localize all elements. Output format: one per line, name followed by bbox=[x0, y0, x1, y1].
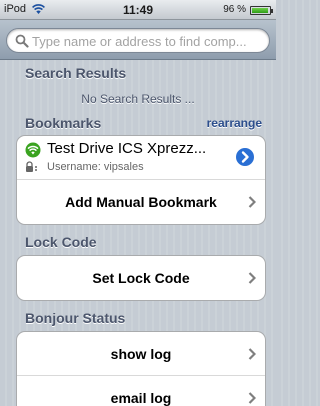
chevron-right-icon bbox=[248, 272, 256, 284]
battery-percentage: 96 % bbox=[223, 4, 246, 15]
email-log-button[interactable]: email log bbox=[17, 376, 265, 406]
bonjour-status-header: Bonjour Status bbox=[25, 310, 126, 326]
lock-code-header: Lock Code bbox=[25, 234, 97, 250]
show-log-button[interactable]: show log bbox=[17, 332, 265, 376]
status-bar: iPod 11:49 96 % bbox=[0, 0, 276, 20]
lock-code-group: Set Lock Code bbox=[16, 255, 266, 301]
set-lock-code-label: Set Lock Code bbox=[92, 270, 190, 286]
no-search-results-text: No Search Results ... bbox=[81, 92, 195, 106]
set-lock-code-button[interactable]: Set Lock Code bbox=[17, 256, 265, 300]
email-log-label: email log bbox=[110, 390, 172, 406]
bookmarks-group: Test Drive ICS Xprezz... Username: vipsa… bbox=[16, 135, 266, 225]
search-bar bbox=[0, 20, 276, 60]
battery-icon bbox=[250, 6, 273, 15]
chevron-right-icon bbox=[248, 196, 256, 208]
battery-fill bbox=[252, 8, 269, 13]
lock-icon bbox=[26, 161, 37, 172]
wifi-icon bbox=[25, 142, 41, 158]
detail-disclosure-icon[interactable] bbox=[235, 147, 255, 167]
bookmark-title: Test Drive ICS Xprezz... bbox=[47, 140, 207, 157]
chevron-right-icon bbox=[248, 392, 256, 404]
rearrange-button[interactable]: rearrange bbox=[207, 116, 262, 130]
search-icon bbox=[15, 34, 29, 48]
add-manual-bookmark-label: Add Manual Bookmark bbox=[65, 194, 217, 210]
chevron-right-icon bbox=[248, 347, 256, 360]
search-results-header: Search Results bbox=[25, 65, 127, 81]
bookmark-item[interactable]: Test Drive ICS Xprezz... Username: vipsa… bbox=[17, 136, 265, 180]
bookmarks-header: Bookmarks bbox=[25, 115, 102, 131]
bookmark-username: Username: vipsales bbox=[47, 161, 144, 173]
bonjour-status-group: show log email log bbox=[16, 331, 266, 406]
search-input[interactable] bbox=[32, 32, 262, 50]
add-manual-bookmark-button[interactable]: Add Manual Bookmark bbox=[17, 180, 265, 224]
search-field[interactable] bbox=[6, 28, 270, 53]
show-log-label: show log bbox=[110, 346, 172, 362]
